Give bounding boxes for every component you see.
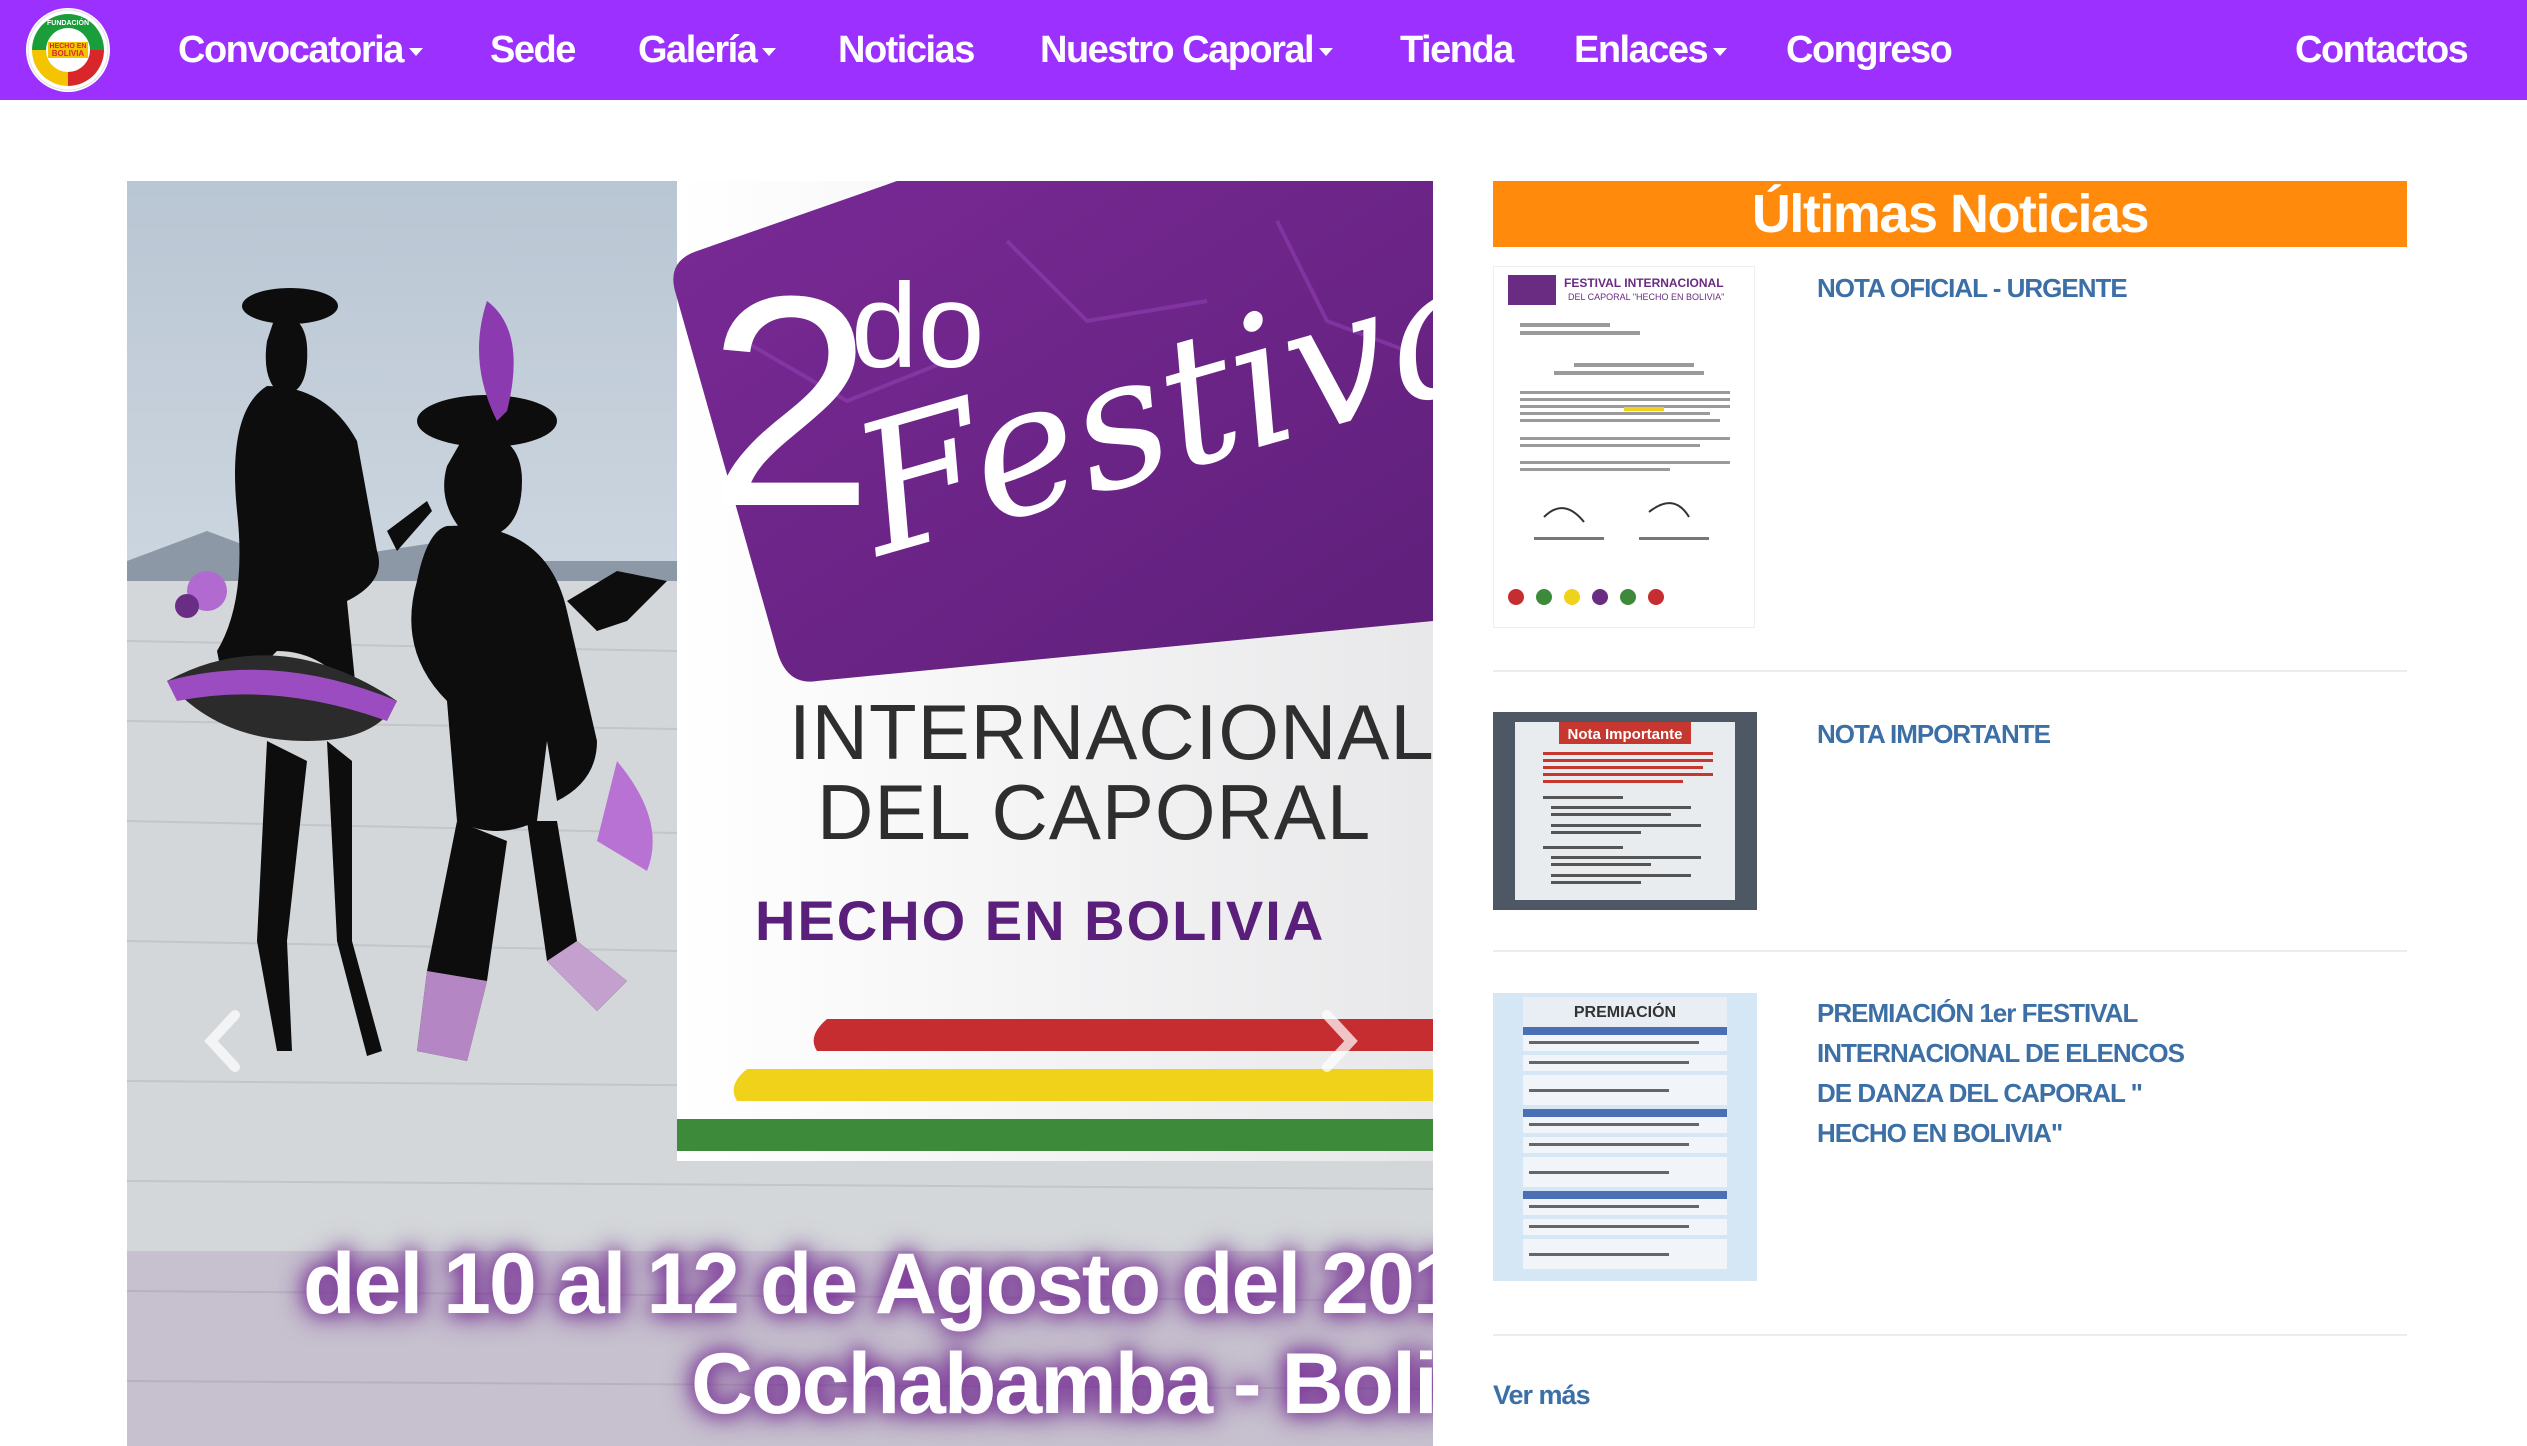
top-navbar: HECHO EN BOLIVIA FUNDACIÓN Convocatoria … bbox=[0, 0, 2527, 100]
thumb-heading: FESTIVAL INTERNACIONAL bbox=[1564, 276, 1724, 290]
fundacion-logo[interactable]: HECHO EN BOLIVIA FUNDACIÓN bbox=[26, 8, 110, 92]
caret-down-icon bbox=[762, 47, 777, 56]
thumb-heading: Nota Importante bbox=[1567, 726, 1682, 743]
news-link-premiacion[interactable]: PREMIACIÓN 1er FESTIVAL INTERNACIONAL DE… bbox=[1817, 993, 2217, 1153]
carousel-prev-button[interactable] bbox=[193, 1001, 253, 1081]
news-divider bbox=[1493, 1334, 2407, 1336]
chevron-right-icon bbox=[1322, 1010, 1358, 1072]
poster-line-hecho-en-bolivia: HECHO EN BOLIVIA bbox=[755, 889, 1326, 952]
nav-sede[interactable]: Sede bbox=[490, 26, 576, 74]
ver-mas-link[interactable]: Ver más bbox=[1493, 1380, 1591, 1411]
news-header: Últimas Noticias bbox=[1493, 181, 2407, 247]
news-divider bbox=[1493, 670, 2407, 672]
svg-text:DEL CAPORAL "HECHO EN BOLIVIA": DEL CAPORAL "HECHO EN BOLIVIA" bbox=[1568, 292, 1724, 302]
festival-carousel[interactable]: 2 do Festival INTERNACIONAL DEL CAPORAL … bbox=[127, 181, 1433, 1446]
nav-tienda[interactable]: Tienda bbox=[1400, 26, 1514, 74]
nav-contactos[interactable]: Contactos bbox=[2295, 26, 2469, 74]
nav-noticias[interactable]: Noticias bbox=[838, 26, 975, 74]
nav-label: Noticias bbox=[838, 29, 975, 71]
notice-thumbnail: Nota Importante bbox=[1493, 712, 1757, 910]
news-link-nota-importante[interactable]: NOTA IMPORTANTE bbox=[1817, 714, 2217, 754]
nav-label: Sede bbox=[490, 29, 576, 71]
nav-galeria[interactable]: Galería bbox=[638, 26, 777, 74]
poster-line-del-caporal: DEL CAPORAL bbox=[817, 768, 1372, 856]
carousel-next-button[interactable] bbox=[1309, 1001, 1369, 1081]
poster-line-internacional: INTERNACIONAL bbox=[789, 688, 1433, 776]
nav-congreso[interactable]: Congreso bbox=[1786, 26, 1953, 74]
svg-text:BOLIVIA: BOLIVIA bbox=[52, 49, 85, 58]
nav-label: Congreso bbox=[1786, 29, 1953, 71]
document-thumbnail: FESTIVAL INTERNACIONAL DEL CAPORAL "HECH… bbox=[1508, 275, 1730, 605]
news-thumbnail-nota-oficial[interactable]: FESTIVAL INTERNACIONAL DEL CAPORAL "HECH… bbox=[1493, 266, 1755, 628]
poster-city: Cochabamba - Bolivia bbox=[691, 1336, 1433, 1432]
news-thumbnail-premiacion[interactable]: PREMIACIÓN bbox=[1493, 993, 1757, 1281]
awards-thumbnail: PREMIACIÓN bbox=[1493, 993, 1757, 1281]
nav-convocatoria[interactable]: Convocatoria bbox=[178, 26, 423, 74]
nav-label: Convocatoria bbox=[178, 29, 404, 71]
nav-nuestro-caporal[interactable]: Nuestro Caporal bbox=[1040, 26, 1334, 74]
nav-label: Contactos bbox=[2295, 29, 2469, 71]
nav-label: Nuestro Caporal bbox=[1040, 29, 1315, 71]
caret-down-icon bbox=[1319, 47, 1334, 56]
news-divider bbox=[1493, 950, 2407, 952]
nav-label: Enlaces bbox=[1574, 29, 1709, 71]
fundacion-logo-icon: HECHO EN BOLIVIA FUNDACIÓN bbox=[27, 9, 109, 91]
nav-label: Galería bbox=[638, 29, 758, 71]
thumb-heading: PREMIACIÓN bbox=[1574, 1002, 1676, 1021]
svg-text:FUNDACIÓN: FUNDACIÓN bbox=[47, 18, 89, 27]
caret-down-icon bbox=[1713, 47, 1728, 56]
news-thumbnail-nota-importante[interactable]: Nota Importante bbox=[1493, 712, 1757, 910]
poster-dates: del 10 al 12 de Agosto del 2017 bbox=[303, 1236, 1433, 1332]
chevron-left-icon bbox=[204, 1010, 240, 1072]
nav-label: Tienda bbox=[1400, 29, 1514, 71]
caret-down-icon bbox=[408, 47, 423, 56]
news-link-nota-oficial[interactable]: NOTA OFICIAL - URGENTE bbox=[1817, 268, 2217, 308]
nav-enlaces[interactable]: Enlaces bbox=[1574, 26, 1728, 74]
